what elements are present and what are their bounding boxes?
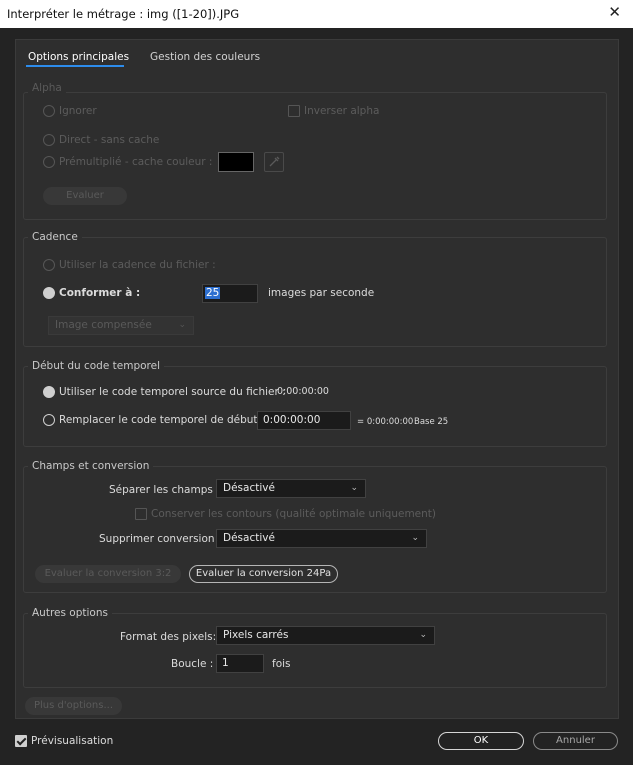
evaluate-alpha-button[interactable]: Evaluer <box>43 187 127 205</box>
chevron-down-icon: ⌄ <box>419 630 427 640</box>
more-options-button[interactable]: Plus d'options... <box>25 697 122 715</box>
fields-legend: Champs et conversion <box>28 460 154 472</box>
alpha-legend: Alpha <box>28 82 66 94</box>
override-timecode-label: Remplacer le code temporel de début : <box>59 414 265 426</box>
use-source-timecode-label: Utiliser le code temporel source du fich… <box>59 386 286 398</box>
fps-unit-label: images par seconde <box>268 287 375 299</box>
preview-checkbox[interactable] <box>15 735 27 747</box>
frame-rate-legend: Cadence <box>28 231 82 243</box>
preserve-edges-checkbox[interactable] <box>135 508 147 520</box>
other-options-legend: Autres options <box>28 607 112 619</box>
radio-override-timecode[interactable] <box>43 414 55 426</box>
ok-button[interactable]: OK <box>438 732 524 750</box>
remove-pulldown-label: Supprimer conversion : <box>99 533 222 545</box>
pixel-aspect-value: Pixels carrés <box>223 629 289 641</box>
source-timecode-value: 0:00:00:00 <box>277 386 329 397</box>
guess-24pa-pulldown-button[interactable]: Evaluer la conversion 24Pa <box>189 565 338 583</box>
separate-fields-label: Séparer les champs : <box>109 484 220 496</box>
preview-label: Prévisualisation <box>31 735 114 747</box>
invert-alpha-checkbox[interactable] <box>288 105 300 117</box>
radio-conform-frame-rate[interactable] <box>43 287 55 299</box>
close-icon[interactable]: ✕ <box>608 3 621 21</box>
preserve-edges-label: Conserver les contours (qualité optimale… <box>151 508 437 520</box>
remove-pulldown-value: Désactivé <box>223 532 275 544</box>
conform-label: Conformer à : <box>59 287 141 299</box>
loop-input[interactable]: 1 <box>216 654 264 673</box>
window-title: Interpréter le métrage : img ([1-20]).JP… <box>7 7 240 21</box>
straight-label: Direct - sans cache <box>59 134 160 146</box>
timecode-legend: Début du code temporel <box>28 360 164 372</box>
title-bar: Interpréter le métrage : img ([1-20]).JP… <box>0 0 633 28</box>
chevron-down-icon: ⌄ <box>350 483 358 493</box>
cancel-button[interactable]: Annuler <box>533 732 618 750</box>
loop-times-label: fois <box>272 658 291 670</box>
radio-premultiplied[interactable] <box>43 156 55 168</box>
timecode-group <box>23 366 607 447</box>
guess-32-pulldown-button[interactable]: Evaluer la conversion 3:2 <box>35 565 181 583</box>
radio-use-source-timecode[interactable] <box>43 386 55 398</box>
remove-pulldown-select[interactable]: Désactivé ⌄ <box>216 529 427 548</box>
loop-label: Boucle : <box>171 658 214 670</box>
timecode-base-text: Base 25 <box>414 417 449 427</box>
active-tab-indicator <box>26 65 124 67</box>
pixel-aspect-select[interactable]: Pixels carrés ⌄ <box>216 626 435 645</box>
tab-main-options[interactable]: Options principales <box>28 51 129 63</box>
premultiplied-label: Prémultiplié - cache couleur : <box>59 156 213 168</box>
invert-alpha-label: Inverser alpha <box>304 105 380 117</box>
separate-fields-select[interactable]: Désactivé ⌄ <box>216 479 366 498</box>
pixel-aspect-label: Format des pixels: <box>120 631 217 643</box>
radio-use-file-frame-rate[interactable] <box>43 259 55 271</box>
frame-blend-select[interactable]: Image compensée ⌄ <box>48 316 194 335</box>
fps-input[interactable]: 25 <box>202 284 258 303</box>
ignore-label: Ignorer <box>59 105 97 117</box>
fps-input-value: 25 <box>205 287 221 299</box>
separate-fields-value: Désactivé <box>223 482 275 494</box>
override-timecode-input[interactable]: 0:00:00:00 <box>257 411 351 430</box>
eyedropper-icon <box>269 156 280 167</box>
eyedropper-button[interactable] <box>264 152 284 172</box>
radio-straight[interactable] <box>43 134 55 146</box>
radio-ignore[interactable] <box>43 105 55 117</box>
use-file-frame-rate-label: Utiliser la cadence du fichier : <box>59 259 216 271</box>
frame-blend-value: Image compensée <box>55 319 152 331</box>
matte-color-swatch[interactable] <box>218 152 254 172</box>
chevron-down-icon: ⌄ <box>411 533 419 543</box>
other-options-group <box>23 613 607 688</box>
tab-color-management[interactable]: Gestion des couleurs <box>150 51 260 63</box>
timecode-equals-text: = 0:00:00:00 <box>357 417 414 427</box>
chevron-down-icon: ⌄ <box>178 320 186 330</box>
